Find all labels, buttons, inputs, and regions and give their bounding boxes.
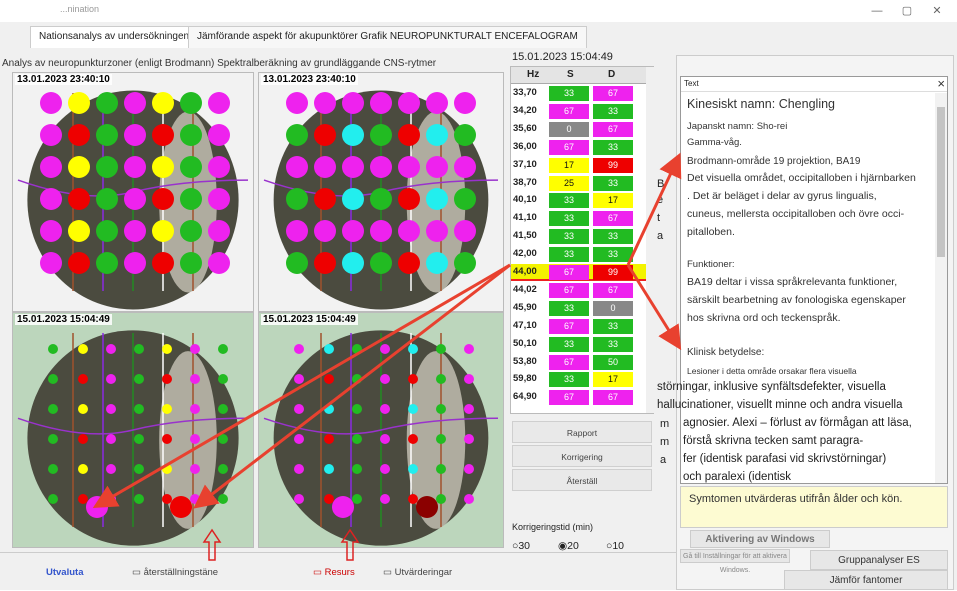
up-arrow-icon xyxy=(202,528,222,561)
annotation-arrow xyxy=(626,152,682,266)
annotation-arrows xyxy=(92,152,682,561)
annotation-arrow xyxy=(626,264,682,351)
panel-timestamp: 15.01.2023 15:04:49 xyxy=(15,314,112,325)
annotation-arrow xyxy=(92,263,511,509)
annotation-arrow xyxy=(193,263,511,509)
app-window: ...nination — ▢ ✕ Nationsanalys av under… xyxy=(0,0,957,590)
up-arrow-icon xyxy=(340,528,360,561)
panel-timestamp: 13.01.2023 23:40:10 xyxy=(15,74,112,85)
panel-timestamp: 13.01.2023 23:40:10 xyxy=(261,74,358,85)
panel-timestamp: 15.01.2023 15:04:49 xyxy=(261,314,358,325)
